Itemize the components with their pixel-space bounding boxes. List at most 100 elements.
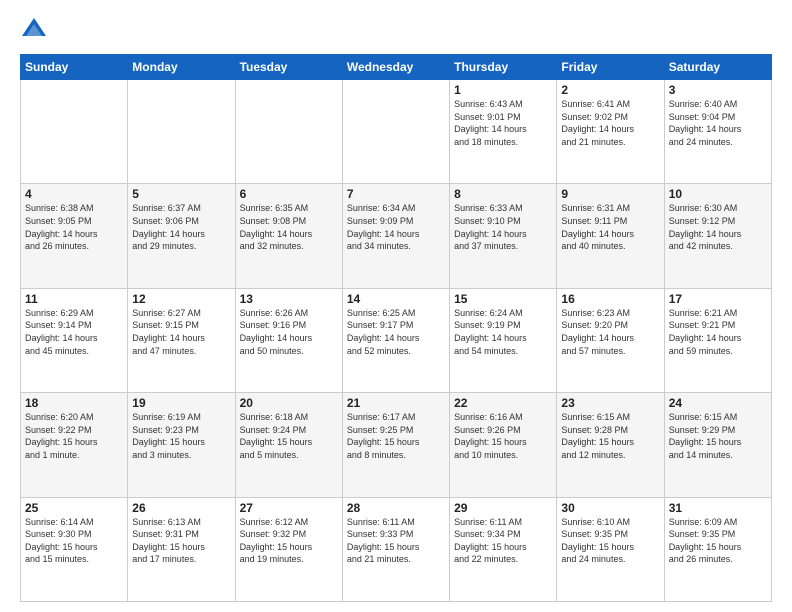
- calendar-cell: 9Sunrise: 6:31 AM Sunset: 9:11 PM Daylig…: [557, 184, 664, 288]
- day-info: Sunrise: 6:37 AM Sunset: 9:06 PM Dayligh…: [132, 202, 230, 252]
- day-info: Sunrise: 6:09 AM Sunset: 9:35 PM Dayligh…: [669, 516, 767, 566]
- day-info: Sunrise: 6:15 AM Sunset: 9:29 PM Dayligh…: [669, 411, 767, 461]
- calendar-cell: 6Sunrise: 6:35 AM Sunset: 9:08 PM Daylig…: [235, 184, 342, 288]
- calendar-cell: 14Sunrise: 6:25 AM Sunset: 9:17 PM Dayli…: [342, 288, 449, 392]
- day-number: 21: [347, 396, 445, 410]
- day-number: 7: [347, 187, 445, 201]
- day-number: 22: [454, 396, 552, 410]
- day-info: Sunrise: 6:10 AM Sunset: 9:35 PM Dayligh…: [561, 516, 659, 566]
- day-info: Sunrise: 6:33 AM Sunset: 9:10 PM Dayligh…: [454, 202, 552, 252]
- day-info: Sunrise: 6:25 AM Sunset: 9:17 PM Dayligh…: [347, 307, 445, 357]
- day-info: Sunrise: 6:40 AM Sunset: 9:04 PM Dayligh…: [669, 98, 767, 148]
- calendar-cell: 7Sunrise: 6:34 AM Sunset: 9:09 PM Daylig…: [342, 184, 449, 288]
- day-info: Sunrise: 6:30 AM Sunset: 9:12 PM Dayligh…: [669, 202, 767, 252]
- col-header-monday: Monday: [128, 55, 235, 80]
- calendar-table: SundayMondayTuesdayWednesdayThursdayFrid…: [20, 54, 772, 602]
- day-number: 15: [454, 292, 552, 306]
- calendar-cell: 17Sunrise: 6:21 AM Sunset: 9:21 PM Dayli…: [664, 288, 771, 392]
- day-number: 26: [132, 501, 230, 515]
- calendar-cell: 20Sunrise: 6:18 AM Sunset: 9:24 PM Dayli…: [235, 393, 342, 497]
- day-info: Sunrise: 6:19 AM Sunset: 9:23 PM Dayligh…: [132, 411, 230, 461]
- day-info: Sunrise: 6:23 AM Sunset: 9:20 PM Dayligh…: [561, 307, 659, 357]
- day-number: 6: [240, 187, 338, 201]
- day-number: 31: [669, 501, 767, 515]
- calendar-cell: 22Sunrise: 6:16 AM Sunset: 9:26 PM Dayli…: [450, 393, 557, 497]
- day-number: 14: [347, 292, 445, 306]
- day-number: 11: [25, 292, 123, 306]
- calendar-cell: [21, 80, 128, 184]
- col-header-friday: Friday: [557, 55, 664, 80]
- calendar-cell: 8Sunrise: 6:33 AM Sunset: 9:10 PM Daylig…: [450, 184, 557, 288]
- day-number: 27: [240, 501, 338, 515]
- day-info: Sunrise: 6:27 AM Sunset: 9:15 PM Dayligh…: [132, 307, 230, 357]
- week-row-2: 4Sunrise: 6:38 AM Sunset: 9:05 PM Daylig…: [21, 184, 772, 288]
- calendar-cell: 10Sunrise: 6:30 AM Sunset: 9:12 PM Dayli…: [664, 184, 771, 288]
- day-number: 20: [240, 396, 338, 410]
- day-number: 8: [454, 187, 552, 201]
- calendar-cell: [235, 80, 342, 184]
- day-info: Sunrise: 6:38 AM Sunset: 9:05 PM Dayligh…: [25, 202, 123, 252]
- logo-icon: [20, 16, 48, 44]
- day-number: 19: [132, 396, 230, 410]
- calendar-cell: 28Sunrise: 6:11 AM Sunset: 9:33 PM Dayli…: [342, 497, 449, 601]
- day-info: Sunrise: 6:20 AM Sunset: 9:22 PM Dayligh…: [25, 411, 123, 461]
- calendar-cell: 21Sunrise: 6:17 AM Sunset: 9:25 PM Dayli…: [342, 393, 449, 497]
- day-info: Sunrise: 6:31 AM Sunset: 9:11 PM Dayligh…: [561, 202, 659, 252]
- calendar-cell: 2Sunrise: 6:41 AM Sunset: 9:02 PM Daylig…: [557, 80, 664, 184]
- calendar-cell: 25Sunrise: 6:14 AM Sunset: 9:30 PM Dayli…: [21, 497, 128, 601]
- day-info: Sunrise: 6:24 AM Sunset: 9:19 PM Dayligh…: [454, 307, 552, 357]
- day-number: 28: [347, 501, 445, 515]
- day-info: Sunrise: 6:16 AM Sunset: 9:26 PM Dayligh…: [454, 411, 552, 461]
- calendar-cell: 26Sunrise: 6:13 AM Sunset: 9:31 PM Dayli…: [128, 497, 235, 601]
- day-number: 17: [669, 292, 767, 306]
- calendar-cell: 4Sunrise: 6:38 AM Sunset: 9:05 PM Daylig…: [21, 184, 128, 288]
- day-info: Sunrise: 6:41 AM Sunset: 9:02 PM Dayligh…: [561, 98, 659, 148]
- day-number: 12: [132, 292, 230, 306]
- week-row-5: 25Sunrise: 6:14 AM Sunset: 9:30 PM Dayli…: [21, 497, 772, 601]
- day-info: Sunrise: 6:14 AM Sunset: 9:30 PM Dayligh…: [25, 516, 123, 566]
- calendar-cell: 13Sunrise: 6:26 AM Sunset: 9:16 PM Dayli…: [235, 288, 342, 392]
- col-header-saturday: Saturday: [664, 55, 771, 80]
- day-number: 5: [132, 187, 230, 201]
- day-number: 29: [454, 501, 552, 515]
- calendar-cell: 23Sunrise: 6:15 AM Sunset: 9:28 PM Dayli…: [557, 393, 664, 497]
- col-header-sunday: Sunday: [21, 55, 128, 80]
- logo: [20, 16, 52, 44]
- day-info: Sunrise: 6:34 AM Sunset: 9:09 PM Dayligh…: [347, 202, 445, 252]
- calendar-cell: 18Sunrise: 6:20 AM Sunset: 9:22 PM Dayli…: [21, 393, 128, 497]
- calendar-cell: 16Sunrise: 6:23 AM Sunset: 9:20 PM Dayli…: [557, 288, 664, 392]
- day-number: 1: [454, 83, 552, 97]
- day-number: 3: [669, 83, 767, 97]
- calendar-cell: 24Sunrise: 6:15 AM Sunset: 9:29 PM Dayli…: [664, 393, 771, 497]
- day-info: Sunrise: 6:15 AM Sunset: 9:28 PM Dayligh…: [561, 411, 659, 461]
- day-info: Sunrise: 6:35 AM Sunset: 9:08 PM Dayligh…: [240, 202, 338, 252]
- calendar-cell: 19Sunrise: 6:19 AM Sunset: 9:23 PM Dayli…: [128, 393, 235, 497]
- day-number: 25: [25, 501, 123, 515]
- day-number: 16: [561, 292, 659, 306]
- day-info: Sunrise: 6:11 AM Sunset: 9:33 PM Dayligh…: [347, 516, 445, 566]
- day-number: 9: [561, 187, 659, 201]
- calendar-header-row: SundayMondayTuesdayWednesdayThursdayFrid…: [21, 55, 772, 80]
- week-row-4: 18Sunrise: 6:20 AM Sunset: 9:22 PM Dayli…: [21, 393, 772, 497]
- calendar-cell: 3Sunrise: 6:40 AM Sunset: 9:04 PM Daylig…: [664, 80, 771, 184]
- day-info: Sunrise: 6:12 AM Sunset: 9:32 PM Dayligh…: [240, 516, 338, 566]
- col-header-wednesday: Wednesday: [342, 55, 449, 80]
- day-info: Sunrise: 6:17 AM Sunset: 9:25 PM Dayligh…: [347, 411, 445, 461]
- calendar-cell: 31Sunrise: 6:09 AM Sunset: 9:35 PM Dayli…: [664, 497, 771, 601]
- day-info: Sunrise: 6:11 AM Sunset: 9:34 PM Dayligh…: [454, 516, 552, 566]
- calendar-cell: 29Sunrise: 6:11 AM Sunset: 9:34 PM Dayli…: [450, 497, 557, 601]
- header: [20, 16, 772, 44]
- day-number: 23: [561, 396, 659, 410]
- day-number: 13: [240, 292, 338, 306]
- day-info: Sunrise: 6:18 AM Sunset: 9:24 PM Dayligh…: [240, 411, 338, 461]
- day-number: 10: [669, 187, 767, 201]
- col-header-thursday: Thursday: [450, 55, 557, 80]
- calendar-cell: 15Sunrise: 6:24 AM Sunset: 9:19 PM Dayli…: [450, 288, 557, 392]
- day-info: Sunrise: 6:21 AM Sunset: 9:21 PM Dayligh…: [669, 307, 767, 357]
- col-header-tuesday: Tuesday: [235, 55, 342, 80]
- day-info: Sunrise: 6:26 AM Sunset: 9:16 PM Dayligh…: [240, 307, 338, 357]
- day-number: 2: [561, 83, 659, 97]
- calendar-cell: 11Sunrise: 6:29 AM Sunset: 9:14 PM Dayli…: [21, 288, 128, 392]
- day-number: 18: [25, 396, 123, 410]
- week-row-3: 11Sunrise: 6:29 AM Sunset: 9:14 PM Dayli…: [21, 288, 772, 392]
